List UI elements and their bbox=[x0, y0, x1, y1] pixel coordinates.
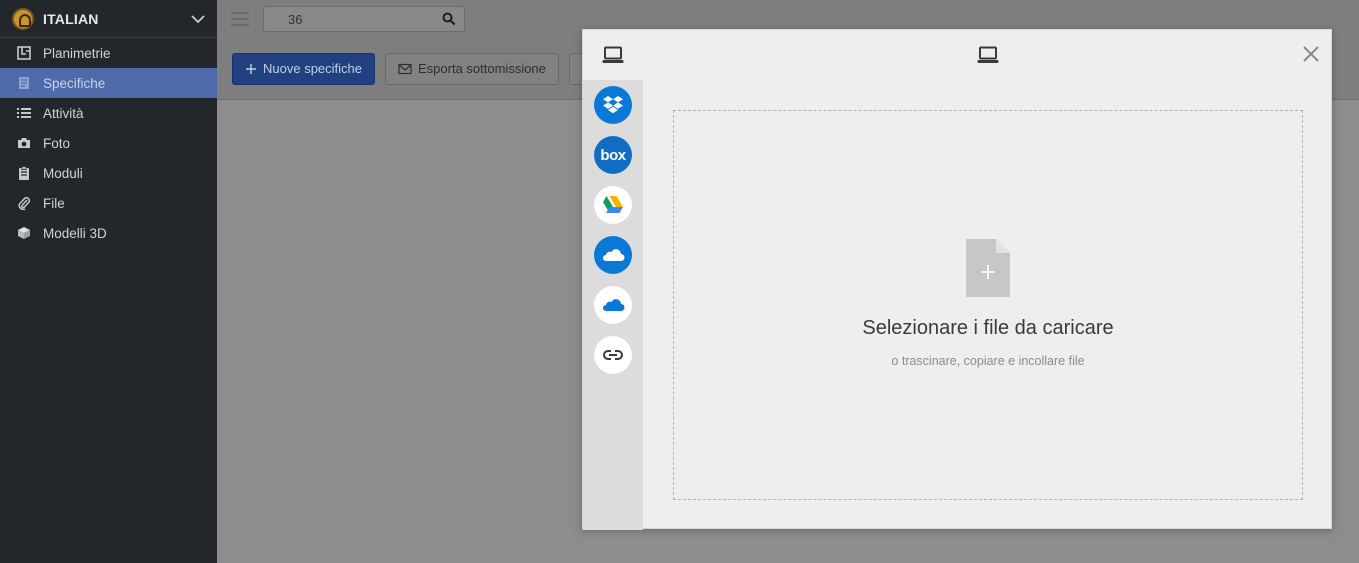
floorplan-icon bbox=[16, 45, 32, 61]
google-drive-source-button[interactable] bbox=[594, 186, 632, 224]
link-icon bbox=[603, 350, 623, 360]
camera-icon bbox=[16, 135, 32, 151]
search-icon[interactable] bbox=[442, 12, 456, 26]
chevron-down-icon[interactable] bbox=[191, 12, 205, 26]
menu-icon[interactable] bbox=[231, 12, 249, 26]
paperclip-icon bbox=[16, 195, 32, 211]
sidebar-item-modelli-3d[interactable]: Modelli 3D bbox=[0, 218, 217, 248]
dropzone-title: Selezionare i file da caricare bbox=[862, 317, 1114, 339]
sidebar-item-attivita[interactable]: Attività bbox=[0, 98, 217, 128]
project-name: ITALIAN bbox=[43, 10, 99, 27]
link-source-button[interactable] bbox=[594, 336, 632, 374]
dropbox-icon bbox=[603, 96, 623, 114]
close-icon[interactable] bbox=[1301, 44, 1321, 64]
new-spec-button[interactable]: Nuove specifiche bbox=[232, 52, 375, 85]
search-input[interactable]: 36 bbox=[263, 6, 465, 32]
clipboard-icon bbox=[16, 165, 32, 181]
project-logo-icon bbox=[12, 7, 34, 30]
cube-icon bbox=[16, 225, 32, 241]
envelope-icon bbox=[398, 63, 412, 74]
sidebar-item-specifiche[interactable]: Specifiche bbox=[0, 68, 217, 98]
file-dropzone[interactable]: Selezionare i file da caricare o trascin… bbox=[673, 110, 1303, 500]
spec-icon bbox=[16, 75, 32, 91]
list-icon bbox=[16, 105, 32, 121]
sidebar-item-label: Specifiche bbox=[43, 75, 106, 91]
modal-header bbox=[583, 30, 1333, 80]
export-submission-button[interactable]: Esporta sottomissione bbox=[385, 52, 559, 85]
sidebar-item-label: Moduli bbox=[43, 165, 83, 181]
box-source-button[interactable]: box bbox=[594, 136, 632, 174]
plus-icon bbox=[246, 63, 256, 74]
sidebar-item-label: Foto bbox=[43, 135, 71, 151]
google-drive-icon bbox=[603, 196, 623, 213]
dropzone-subtitle: o trascinare, copiare e incollare file bbox=[891, 354, 1085, 368]
sidebar-item-foto[interactable]: Foto bbox=[0, 128, 217, 158]
project-switcher[interactable]: ITALIAN bbox=[0, 0, 217, 38]
sidebar-item-file[interactable]: File bbox=[0, 188, 217, 218]
source-list: box bbox=[583, 80, 643, 530]
sidebar-item-label: Attività bbox=[43, 105, 84, 121]
laptop-icon bbox=[977, 46, 999, 63]
sidebar-item-moduli[interactable]: Moduli bbox=[0, 158, 217, 188]
export-submission-label: Esporta sottomissione bbox=[418, 61, 546, 76]
sidebar: ITALIAN Planimetrie Specifiche Attività … bbox=[0, 0, 217, 563]
onedrive-cloud-icon bbox=[603, 299, 625, 311]
sidebar-item-label: Planimetrie bbox=[43, 45, 111, 61]
sidebar-item-planimetrie[interactable]: Planimetrie bbox=[0, 38, 217, 68]
sidebar-item-label: File bbox=[43, 195, 65, 211]
onedrive-icon bbox=[603, 249, 625, 261]
laptop-icon[interactable] bbox=[602, 46, 624, 64]
add-file-icon bbox=[966, 239, 1010, 297]
upload-modal: box Selezionare i file da caricare o tra… bbox=[582, 29, 1333, 530]
box-icon: box bbox=[600, 146, 626, 164]
onedrive-source-button[interactable] bbox=[594, 236, 632, 274]
onedrive-business-source-button[interactable] bbox=[594, 286, 632, 324]
new-spec-label: Nuove specifiche bbox=[263, 61, 362, 76]
dropbox-source-button[interactable] bbox=[594, 86, 632, 124]
search-value: 36 bbox=[288, 11, 303, 27]
sidebar-item-label: Modelli 3D bbox=[43, 225, 107, 241]
